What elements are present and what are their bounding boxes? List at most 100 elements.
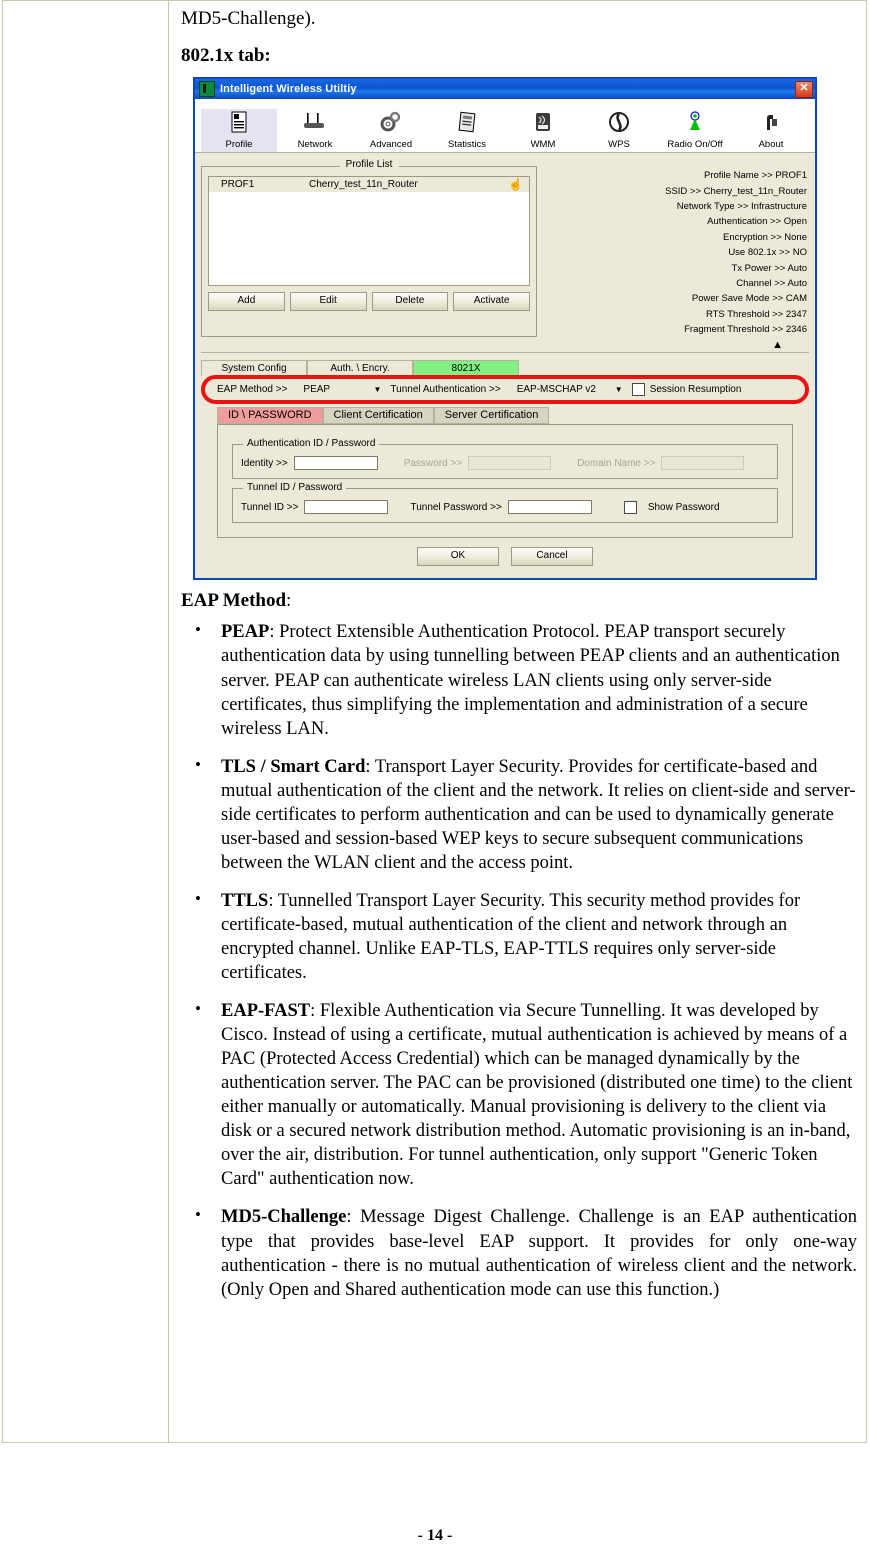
toolbar-tab-advanced[interactable]: Advanced — [353, 109, 429, 152]
toolbar-tab-network[interactable]: Network — [277, 109, 353, 152]
tunnel-authentication-label: Tunnel Authentication >> — [390, 384, 501, 396]
profile-row-name: PROF1 — [221, 179, 255, 191]
list-item-text: : Protect Extensible Authentication Prot… — [221, 622, 840, 739]
show-password-checkbox[interactable] — [623, 500, 637, 514]
list-item: • PEAP: Protect Extensible Authenticatio… — [181, 620, 857, 740]
toolbar-tab-about[interactable]: About — [733, 109, 809, 152]
toolbar-tab-advanced-label: Advanced — [369, 139, 413, 151]
detail-ssid-value: Cherry_test_11n_Router — [703, 185, 807, 197]
detail-encryption-label: Encryption >> — [723, 231, 782, 243]
detail-channel-label: Channel >> — [736, 277, 786, 289]
tunnel-authentication-dropdown[interactable]: EAP-MSCHAP v2 ▼ — [507, 384, 626, 395]
list-item-term: TTLS — [221, 890, 269, 911]
detail-network-type-label: Network Type >> — [676, 201, 749, 213]
list-item: • EAP-FAST: Flexible Authentication via … — [181, 999, 857, 1191]
list-item-text: : Flexible Authentication via Secure Tun… — [221, 1001, 853, 1190]
toolbar-tab-radio-onoff[interactable]: Radio On/Off — [657, 109, 733, 152]
add-button[interactable]: Add — [208, 292, 285, 312]
section-heading: 802.1x tab: — [181, 45, 271, 67]
edit-button[interactable]: Edit — [289, 292, 367, 312]
hand-pointer-icon: ☝ — [508, 177, 523, 192]
list-item-term: EAP-FAST — [221, 1001, 311, 1022]
bullet-icon: • — [195, 620, 201, 640]
toolbar-tab-wmm[interactable]: WMM — [505, 109, 581, 152]
detail-authentication: Authentication >> Open — [543, 214, 809, 229]
activate-button[interactable]: Activate — [453, 292, 530, 312]
tunnel-password-input[interactable] — [507, 500, 592, 515]
detail-fragment-threshold-value: 2346 — [785, 324, 807, 336]
close-icon[interactable]: ✕ — [795, 81, 813, 99]
detail-encryption-value: None — [784, 231, 807, 243]
ok-button[interactable]: OK — [417, 547, 499, 567]
credential-tab-bar: ID \ PASSWORD Client Certification Serve… — [217, 407, 809, 425]
detail-rts-threshold-label: RTS Threshold >> — [705, 308, 784, 320]
toolbar-tab-about-label: About — [758, 139, 784, 151]
tunnel-id-label: Tunnel ID >> — [241, 501, 299, 513]
eap-method-label: EAP Method >> — [217, 384, 288, 396]
window-title: Intelligent Wireless Utiltiy — [220, 83, 357, 96]
profile-icon — [201, 111, 277, 139]
toolbar-tab-wps-label: WPS — [608, 139, 630, 151]
profile-row-ssid: Cherry_test_11n_Router — [309, 179, 418, 191]
profile-list-row[interactable]: PROF1 Cherry_test_11n_Router ☝ — [209, 177, 529, 193]
profile-list[interactable]: PROF1 Cherry_test_11n_Router ☝ — [208, 176, 530, 287]
detail-rts-threshold: RTS Threshold >> 2347 — [543, 307, 809, 322]
wireless-utility-icon — [199, 81, 215, 98]
eap-method-heading-bold: EAP Method — [181, 590, 287, 612]
toolbar-tab-profile[interactable]: Profile — [201, 109, 277, 153]
list-item: • TTLS: Tunnelled Transport Layer Securi… — [181, 889, 857, 985]
bullet-icon: • — [195, 999, 201, 1019]
cancel-button[interactable]: Cancel — [511, 547, 593, 567]
detail-tx-power-value: Auto — [787, 262, 807, 274]
detail-authentication-value: Open — [783, 216, 807, 228]
statistics-icon — [429, 111, 505, 139]
tab-id-password[interactable]: ID \ PASSWORD — [217, 407, 323, 425]
password-input[interactable] — [468, 456, 552, 471]
bullet-icon: • — [195, 754, 201, 774]
list-item-term: TLS / Smart Card — [221, 756, 366, 777]
eap-method-list: • PEAP: Protect Extensible Authenticatio… — [181, 620, 857, 1301]
toolbar-tab-statistics-label: Statistics — [447, 139, 486, 151]
credentials-panel: Authentication ID / Password Identity >>… — [217, 424, 793, 539]
continuation-text: MD5-Challenge). — [181, 8, 316, 29]
main-toolbar: Profile Network Advanced Statistics WMM … — [195, 99, 815, 154]
domain-name-label: Domain Name >> — [577, 457, 656, 469]
profile-action-buttons: Add Edit Delete Activate — [208, 292, 530, 312]
identity-input[interactable] — [293, 456, 378, 471]
tunnel-fields-row: Tunnel ID >> Tunnel Password >> Show Pas… — [241, 500, 769, 515]
tab-client-certification[interactable]: Client Certification — [322, 407, 434, 425]
tab-8021x[interactable]: 8021X — [413, 360, 519, 377]
toolbar-tab-statistics[interactable]: Statistics — [429, 109, 505, 152]
detail-network-type: Network Type >> Infrastructure — [543, 199, 809, 214]
detail-power-save-mode: Power Save Mode >> CAM — [543, 291, 809, 306]
network-icon — [277, 111, 353, 139]
tab-server-certification[interactable]: Server Certification — [433, 407, 550, 425]
password-label: Password >> — [403, 457, 463, 469]
delete-button[interactable]: Delete — [371, 292, 449, 312]
collapse-up-arrow-icon[interactable]: ▲ — [772, 339, 783, 351]
detail-network-type-value: Infrastructure — [751, 201, 807, 213]
session-resumption-checkbox[interactable] — [631, 383, 645, 397]
tunnel-password-label: Tunnel Password >> — [410, 501, 502, 513]
authentication-fields-row: Identity >> Password >> Domain Name >> — [241, 456, 769, 471]
bullet-icon: • — [195, 1205, 201, 1225]
toolbar-tab-wps[interactable]: WPS — [581, 109, 657, 152]
profile-list-title: Profile List — [339, 159, 399, 171]
tab-system-config[interactable]: System Config — [201, 360, 307, 377]
wps-icon — [581, 111, 657, 139]
detail-channel: Channel >> Auto — [543, 276, 809, 291]
detail-authentication-label: Authentication >> — [707, 216, 782, 228]
list-item: • MD5-Challenge: Message Digest Challeng… — [181, 1205, 857, 1301]
show-password-label: Show Password — [647, 501, 720, 513]
dialog-button-row: OK Cancel — [201, 538, 809, 572]
tab-auth-encry[interactable]: Auth. \ Encry. — [307, 360, 413, 377]
authentication-id-password-group: Authentication ID / Password Identity >>… — [232, 438, 778, 480]
intelligent-wireless-utility-window: Intelligent Wireless Utiltiy ✕ Profile N… — [193, 77, 817, 581]
tunnel-authentication-value: EAP-MSCHAP v2 — [516, 384, 596, 396]
eap-method-dropdown[interactable]: PEAP ▼ — [293, 384, 384, 395]
tunnel-id-input[interactable] — [304, 500, 389, 515]
radio-onoff-icon — [657, 111, 733, 139]
domain-name-input[interactable] — [661, 456, 745, 471]
advanced-icon — [353, 111, 429, 139]
detail-use-8021x: Use 802.1x >> NO — [543, 245, 809, 260]
